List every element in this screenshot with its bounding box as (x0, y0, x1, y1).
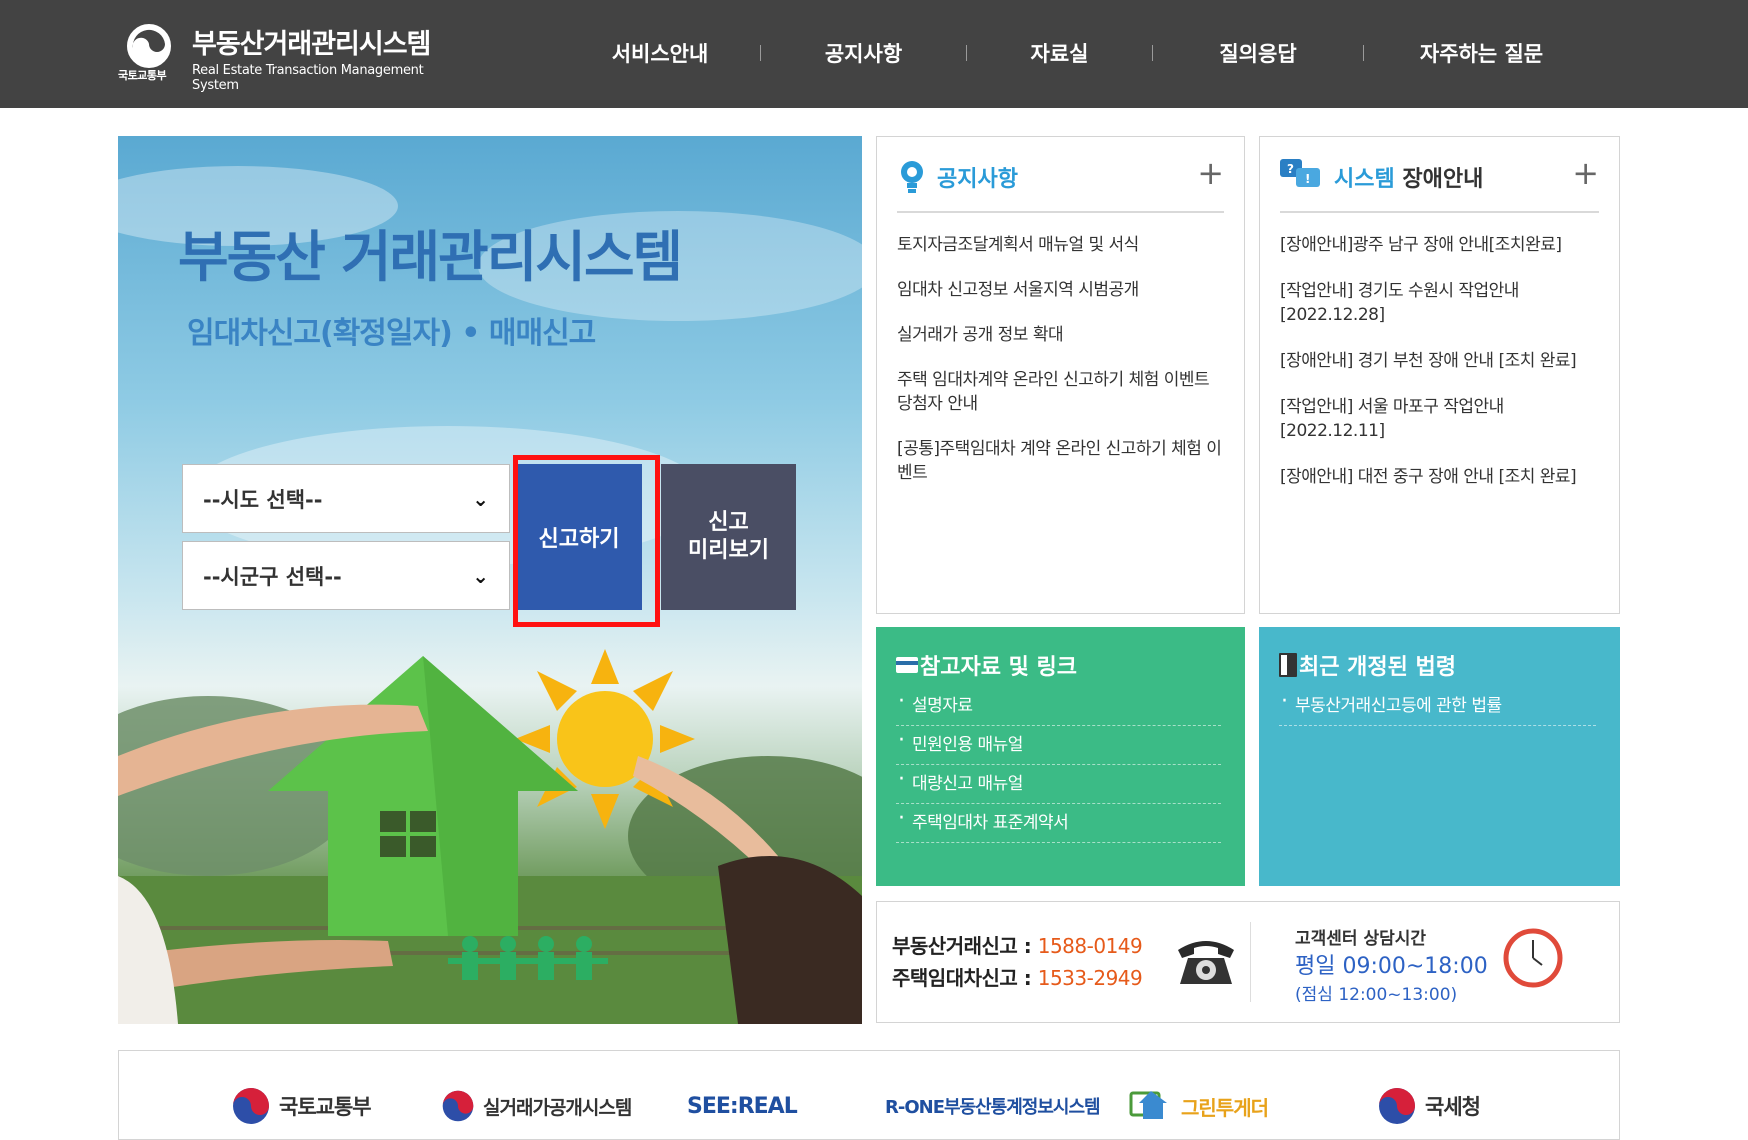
nav-service-info[interactable]: 서비스안내 (560, 38, 760, 68)
outage-title: 시스템 장애안내 (1334, 161, 1483, 193)
hours-lunch: (점심 12:00~13:00) (1295, 985, 1458, 1005)
partner-label: 실거래가공개시스템 (483, 1096, 632, 1119)
partner-greentogether[interactable]: 그린투게더 (1129, 1086, 1269, 1126)
outage-item[interactable]: [작업안내] 경기도 수원시 작업안내 [2022.12.28] (1280, 279, 1601, 327)
report-button[interactable]: 신고하기 (516, 464, 642, 610)
hero-subtitle: 임대차신고(확정일자) • 매매신고 (187, 316, 596, 351)
partner-nts[interactable]: 국세청 (1377, 1086, 1481, 1126)
contact-number: 1533-2949 (1037, 966, 1143, 990)
hero-banner: 부동산 거래관리시스템 임대차신고(확정일자) • 매매신고 --시도 선택--… (118, 136, 862, 1024)
notice-item[interactable]: [공통]주택임대차 계약 온라인 신고하기 체험 이벤트 (897, 437, 1226, 485)
sido-select[interactable]: --시도 선택-- ⌄ (182, 464, 510, 533)
chevron-down-icon: ⌄ (472, 563, 489, 588)
taegeuk-logo-icon (127, 24, 171, 68)
site-logo[interactable]: 국토교통부 부동산거래관리시스템 Real Estate Transaction… (118, 20, 458, 93)
notice-title: 공지사항 (937, 167, 1018, 192)
taegeuk-logo-icon (1379, 1088, 1415, 1124)
references-list: 설명자료 민원인용 매뉴얼 대량신고 매뉴얼 주택임대차 표준계약서 (896, 683, 1221, 843)
laws-box: 최근 개정된 법령 부동산거래신고등에 관한 법률 (1259, 627, 1620, 886)
reference-link[interactable]: 설명자료 (896, 683, 1221, 726)
outage-panel: ? ! 시스템 장애안내 + [장애안내]광주 남구 장애 안내[조치완료] [… (1259, 136, 1620, 614)
lightbulb-icon (901, 161, 923, 193)
notice-item[interactable]: 임대차 신고정보 서울지역 시범공개 (897, 278, 1226, 302)
partner-molit[interactable]: 국토교통부 (231, 1086, 372, 1126)
taegeuk-logo-icon (233, 1088, 269, 1124)
notice-item[interactable]: 실거래가 공개 정보 확대 (897, 323, 1226, 347)
notice-list: 토지자금조달계획서 매뉴얼 및 서식 임대차 신고정보 서울지역 시범공개 실거… (897, 233, 1226, 506)
references-box: 참고자료 및 링크 설명자료 민원인용 매뉴얼 대량신고 매뉴얼 주택임대차 표… (876, 627, 1245, 886)
contact-label: 주택임대차신고 : (892, 966, 1032, 990)
chevron-down-icon: ⌄ (472, 486, 489, 511)
partner-label: 국토교통부 (279, 1095, 372, 1119)
logo-ministry-label: 국토교통부 (118, 69, 167, 82)
top-header: 국토교통부 부동산거래관리시스템 Real Estate Transaction… (0, 0, 1748, 108)
partner-label: R-ONE부동산통계정보시스템 (885, 1097, 1101, 1118)
reference-link[interactable]: 주택임대차 표준계약서 (896, 800, 1221, 843)
logo-title: 부동산거래관리시스템 (192, 29, 431, 60)
law-link[interactable]: 부동산거래신고등에 관한 법률 (1279, 683, 1596, 726)
laws-title-text: 최근 개정된 법령 (1299, 655, 1456, 680)
outage-item[interactable]: [장애안내] 경기 부천 장애 안내 [조치 완료] (1280, 349, 1601, 373)
outage-more-plus-icon[interactable]: + (1572, 157, 1599, 189)
contact-row-sale: 부동산거래신고 : 1588-0149 (892, 930, 1143, 959)
main-nav: 서비스안내 공지사항 자료실 질의응답 자주하는 질문 (560, 36, 1600, 70)
speech-bubble-icon: ? ! (1280, 159, 1320, 187)
partner-label: SEE:REAL (687, 1093, 798, 1119)
references-title-text: 참고자료 및 링크 (920, 655, 1077, 680)
partner-seereal[interactable]: SEE:REAL (687, 1086, 798, 1126)
outage-header: ? ! 시스템 장애안내 + (1280, 157, 1599, 213)
laws-title: 최근 개정된 법령 (1279, 649, 1456, 681)
card-icon (896, 657, 918, 673)
nav-archive[interactable]: 자료실 (967, 38, 1152, 68)
nav-notice[interactable]: 공지사항 (761, 38, 966, 68)
svg-text:!: ! (1305, 172, 1310, 186)
partner-rtms[interactable]: 실거래가공개시스템 (441, 1086, 632, 1126)
partner-rone[interactable]: R-ONE부동산통계정보시스템 (885, 1086, 1101, 1126)
sido-select-value: --시도 선택-- (203, 487, 323, 512)
clock-icon (1503, 928, 1563, 988)
contact-number: 1588-0149 (1037, 934, 1143, 958)
contact-row-lease: 주택임대차신고 : 1533-2949 (892, 962, 1143, 991)
partners-bar: 국토교통부 실거래가공개시스템 SEE:REAL R-ONE부동산통계정보시스템… (118, 1050, 1620, 1140)
outage-title-accent: 시스템 (1334, 167, 1395, 192)
monitor-house-icon (1129, 1091, 1167, 1119)
notice-more-plus-icon[interactable]: + (1197, 157, 1224, 189)
sigungu-select[interactable]: --시군구 선택-- ⌄ (182, 541, 510, 610)
logo-subtitle: Real Estate Transaction Management Syste… (192, 63, 424, 93)
outage-list: [장애안내]광주 남구 장애 안내[조치완료] [작업안내] 경기도 수원시 작… (1280, 233, 1601, 511)
svg-text:?: ? (1287, 162, 1294, 176)
outage-item[interactable]: [장애안내]광주 남구 장애 안내[조치완료] (1280, 233, 1601, 257)
contact-divider (1250, 922, 1251, 1002)
telephone-icon (1178, 941, 1234, 984)
notice-item[interactable]: 주택 임대차계약 온라인 신고하기 체험 이벤트 당첨자 안내 (897, 368, 1226, 416)
sigungu-select-value: --시군구 선택-- (203, 564, 342, 589)
hours-main: 평일 09:00~18:00 (1295, 954, 1488, 979)
reference-link[interactable]: 대량신고 매뉴얼 (896, 761, 1221, 804)
reference-link[interactable]: 민원인용 매뉴얼 (896, 722, 1221, 765)
report-preview-button[interactable]: 신고 미리보기 (661, 464, 796, 610)
notice-header: 공지사항 + (897, 157, 1224, 213)
book-icon (1279, 653, 1297, 677)
taegeuk-logo-icon (442, 1090, 474, 1122)
partner-label: 국세청 (1425, 1095, 1481, 1119)
partner-label: 그린투게더 (1181, 1095, 1269, 1120)
references-title: 참고자료 및 링크 (896, 649, 1077, 681)
outage-item[interactable]: [장애안내] 대전 중구 장애 안내 [조치 완료] (1280, 465, 1601, 489)
notice-item[interactable]: 토지자금조달계획서 매뉴얼 및 서식 (897, 233, 1226, 257)
outage-item[interactable]: [작업안내] 서울 마포구 작업안내 [2022.12.11] (1280, 395, 1601, 443)
laws-list: 부동산거래신고등에 관한 법률 (1279, 683, 1596, 726)
nav-faq[interactable]: 자주하는 질문 (1364, 38, 1599, 68)
nav-qna[interactable]: 질의응답 (1153, 38, 1363, 68)
notice-panel: 공지사항 + 토지자금조달계획서 매뉴얼 및 서식 임대차 신고정보 서울지역 … (876, 136, 1245, 614)
outage-title-rest: 장애안내 (1394, 167, 1484, 192)
hero-title: 부동산 거래관리시스템 (178, 225, 683, 289)
contact-label: 부동산거래신고 : (892, 934, 1032, 958)
hours-label: 고객센터 상담시간 (1295, 929, 1427, 949)
contact-box: 부동산거래신고 : 1588-0149 주택임대차신고 : 1533-2949 … (876, 901, 1620, 1023)
